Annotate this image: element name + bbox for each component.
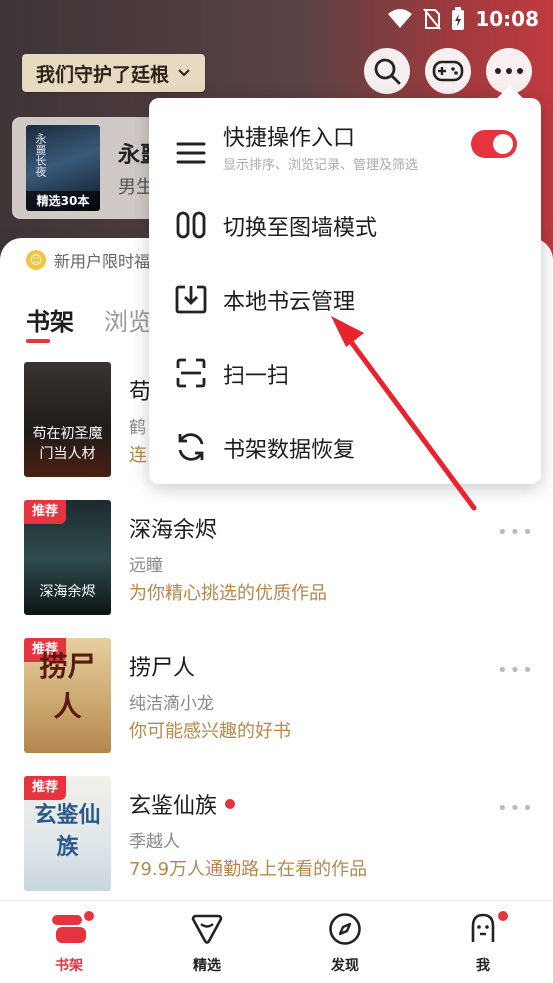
book-title: 苟 [129, 380, 152, 405]
book-more-button[interactable]: ••• [497, 660, 535, 681]
menu-item-label: 扫一扫 [223, 364, 290, 389]
shelf-title-dropdown[interactable]: 我们守护了廷根 [22, 54, 206, 92]
two-columns-icon [176, 211, 206, 239]
profile-icon [471, 913, 495, 942]
shelf-title: 我们守护了廷根 [36, 63, 170, 86]
bookshelf-icon [52, 915, 86, 943]
book-cover-text: 苟在初圣魔门当人材 [32, 426, 103, 462]
menu-item-label: 本地书云管理 [223, 290, 356, 315]
new-user-promo[interactable]: ☺ 新用户限时福 [26, 248, 150, 272]
chevron-down-icon [178, 69, 190, 77]
book-item[interactable]: 推荐 捞尸人 捞尸人 纯洁滴小龙 你可能感兴趣的好书 ••• [0, 638, 553, 758]
book-description: 连 [129, 445, 147, 466]
scan-icon [176, 358, 206, 388]
book-cover-text: 捞尸人 [39, 650, 96, 723]
book-description: 为你精心挑选的优质作品 [129, 583, 327, 604]
featured-cover: 永噩长夜 精选30本 [26, 125, 100, 211]
search-icon [374, 58, 401, 85]
promo-text: 新用户限时福 [54, 252, 151, 271]
featured-cover-badge: 精选30本 [26, 191, 100, 211]
book-cover: 推荐 玄鉴仙族 [24, 776, 111, 891]
status-time: 10:08 [475, 7, 539, 31]
menu-item-quick-actions[interactable]: 快捷操作入口 显示排序、浏览记录、管理及筛选 [149, 110, 541, 196]
book-description: 79.9万人通勤路上在看的作品 [129, 859, 368, 880]
book-cover: 推荐 捞尸人 [24, 638, 111, 753]
menu-item-label: 书架数据恢复 [223, 438, 356, 463]
menu-item-scan[interactable]: 扫一扫 [149, 336, 541, 410]
book-author: 远瞳 [129, 556, 163, 576]
nav-bookshelf[interactable]: 书架 [24, 909, 114, 975]
nav-label: 发现 [331, 958, 359, 974]
book-cover: 推荐 深海余烬 [24, 500, 111, 615]
book-item[interactable]: 推荐 深海余烬 深海余烬 远瞳 为你精心挑选的优质作品 ••• [0, 500, 553, 620]
menu-item-restore-data[interactable]: 书架数据恢复 [149, 410, 541, 484]
book-more-button[interactable]: ••• [497, 522, 535, 543]
menu-lines-icon [176, 142, 206, 164]
no-sim-icon [423, 8, 442, 30]
more-options-menu: 快捷操作入口 显示排序、浏览记录、管理及筛选 切换至图墙模式 本地书云管理 扫一… [149, 98, 541, 484]
smile-coin-icon: ☺ [26, 250, 46, 270]
refresh-icon [178, 433, 204, 461]
search-button[interactable] [364, 48, 410, 94]
nav-me[interactable]: 我 [438, 909, 528, 975]
compass-icon [329, 913, 361, 945]
gamepad-icon [432, 60, 464, 82]
book-description: 你可能感兴趣的好书 [129, 721, 291, 742]
diamond-icon [191, 914, 223, 944]
bottom-navigation: 书架 精选 发现 我 [0, 900, 553, 983]
notification-dot [84, 911, 94, 921]
battery-icon [452, 7, 465, 30]
menu-item-label: 切换至图墙模式 [223, 216, 378, 241]
more-dots-icon [495, 68, 523, 74]
book-item[interactable]: 推荐 玄鉴仙族 玄鉴仙族 季越人 79.9万人通勤路上在看的作品 ••• [0, 776, 553, 896]
book-author: 鹤 [129, 418, 146, 438]
menu-item-sublabel: 显示排序、浏览记录、管理及筛选 [223, 158, 419, 173]
nav-label: 精选 [193, 958, 221, 974]
recommend-badge: 推荐 [24, 500, 66, 524]
book-cover-text: 深海余烬 [39, 584, 96, 600]
game-button[interactable] [425, 48, 471, 94]
tab-browse-history[interactable]: 浏览 [104, 302, 152, 337]
book-author: 季越人 [129, 832, 180, 852]
featured-cover-script: 永噩长夜 [34, 133, 47, 177]
update-dot [225, 799, 236, 809]
menu-item-local-cloud[interactable]: 本地书云管理 [149, 262, 541, 336]
quick-actions-toggle[interactable] [471, 130, 517, 158]
wifi-icon [388, 9, 413, 28]
nav-featured[interactable]: 精选 [162, 909, 252, 975]
notification-dot [498, 911, 508, 921]
book-more-button[interactable]: ••• [497, 798, 535, 819]
nav-label: 书架 [55, 958, 83, 974]
tab-bookshelf[interactable]: 书架 [26, 302, 74, 343]
menu-item-grid-mode[interactable]: 切换至图墙模式 [149, 188, 541, 262]
book-title: 深海余烬 [129, 518, 218, 543]
book-title: 玄鉴仙族 [129, 794, 218, 819]
download-box-icon [175, 285, 207, 314]
book-author: 纯洁滴小龙 [129, 694, 214, 714]
menu-item-label: 快捷操作入口 [223, 126, 356, 151]
nav-label: 我 [476, 958, 490, 974]
book-cover-text: 玄鉴仙族 [34, 802, 101, 860]
status-bar: 10:08 [0, 0, 553, 38]
book-cover: 苟在初圣魔门当人材 [24, 362, 111, 477]
nav-discover[interactable]: 发现 [300, 909, 390, 975]
book-title: 捞尸人 [129, 656, 196, 681]
